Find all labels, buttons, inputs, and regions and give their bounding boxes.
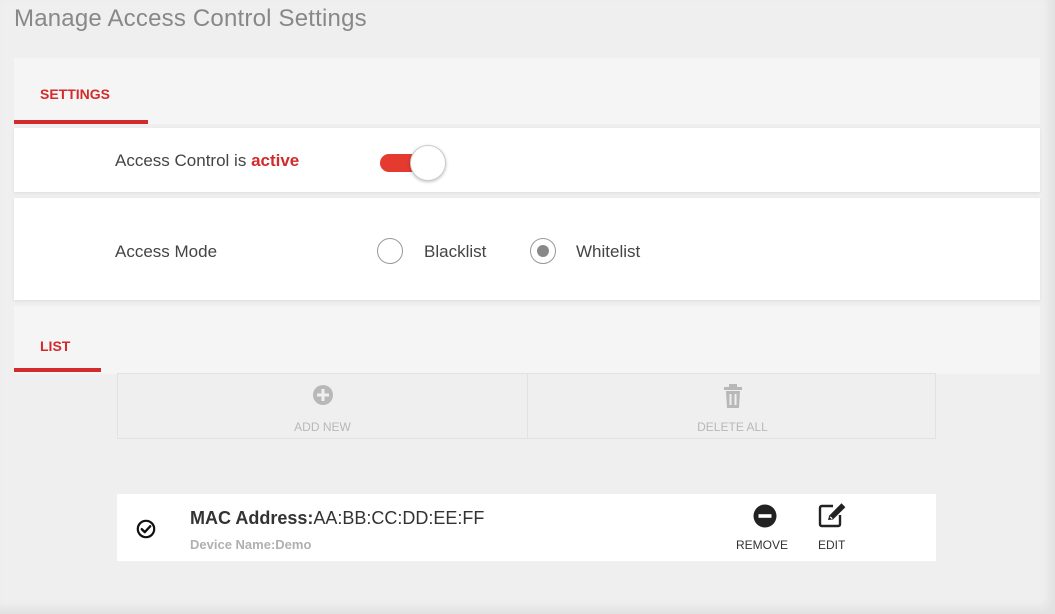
- delete-all-button[interactable]: DELETE ALL: [528, 374, 937, 438]
- add-new-label: ADD NEW: [294, 420, 351, 434]
- toggle-knob: [410, 145, 446, 181]
- mac-address-label: MAC Address:: [190, 508, 314, 528]
- remove-label: REMOVE: [736, 538, 789, 552]
- device-name-line: Device Name:Demo: [190, 537, 311, 552]
- trash-icon: [723, 383, 743, 412]
- access-control-toggle[interactable]: [380, 145, 448, 181]
- edit-button[interactable]: EDIT: [810, 494, 856, 561]
- access-control-label-prefix: Access Control is: [115, 151, 247, 170]
- radio-whitelist-dot: [536, 244, 549, 257]
- page-container: Manage Access Control Settings SETTINGS …: [0, 0, 1055, 614]
- check-circle-icon[interactable]: [136, 519, 156, 544]
- access-control-status-word: active: [251, 151, 300, 170]
- device-name-value: Demo: [275, 537, 312, 552]
- access-control-card: Access Control is active: [14, 128, 1040, 192]
- list-action-bar: ADD NEW DELETE ALL: [117, 373, 936, 439]
- settings-section-header: SETTINGS: [14, 58, 1040, 124]
- list-section-header: LIST: [14, 306, 1040, 374]
- edit-label: EDIT: [818, 538, 846, 552]
- edit-icon: [817, 501, 847, 534]
- radio-blacklist-label: Blacklist: [424, 242, 487, 261]
- remove-button[interactable]: REMOVE: [734, 494, 796, 561]
- plus-circle-icon: [312, 384, 334, 409]
- mac-address-line: MAC Address:AA:BB:CC:DD:EE:FF: [190, 508, 484, 529]
- tab-settings[interactable]: SETTINGS: [40, 86, 110, 102]
- mac-address-value: AA:BB:CC:DD:EE:FF: [313, 508, 485, 528]
- page-title: Manage Access Control Settings: [14, 5, 367, 32]
- radio-blacklist[interactable]: Blacklist: [377, 238, 497, 266]
- radio-whitelist-circle: [530, 238, 556, 264]
- access-mode-card: Access Mode Blacklist Whitelist: [14, 198, 1040, 300]
- tab-list[interactable]: LIST: [40, 338, 70, 354]
- device-name-label: Device Name:: [190, 537, 276, 552]
- radio-whitelist[interactable]: Whitelist: [530, 238, 660, 266]
- access-control-status-label: Access Control is active: [115, 151, 299, 171]
- radio-blacklist-circle: [377, 238, 403, 264]
- add-new-button[interactable]: ADD NEW: [118, 374, 527, 438]
- delete-all-label: DELETE ALL: [697, 420, 768, 434]
- access-mode-label: Access Mode: [115, 242, 218, 261]
- list-item: MAC Address:AA:BB:CC:DD:EE:FF Device Nam…: [117, 494, 936, 561]
- tab-list-underline: [14, 368, 101, 372]
- tab-settings-underline: [14, 120, 148, 124]
- minus-circle-icon: [753, 504, 777, 533]
- radio-whitelist-label: Whitelist: [576, 242, 641, 261]
